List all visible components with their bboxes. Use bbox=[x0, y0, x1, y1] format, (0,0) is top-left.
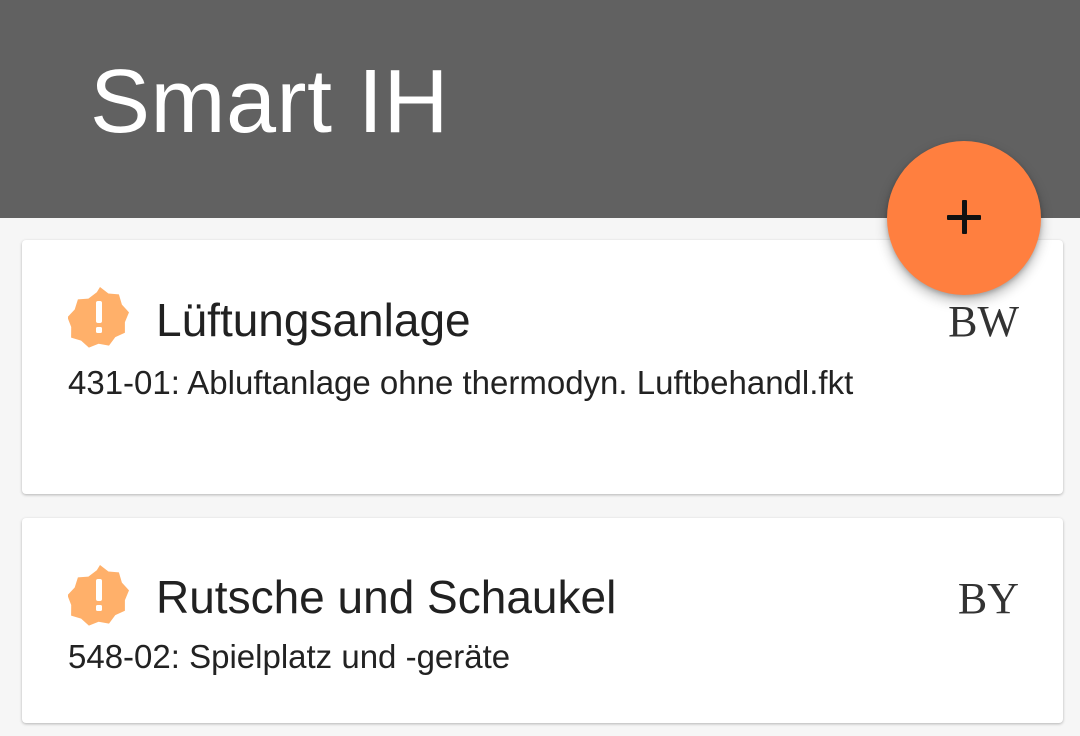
warning-badge-icon bbox=[68, 565, 129, 626]
card-title: Rutsche und Schaukel bbox=[156, 571, 617, 623]
card-subtitle: 431-01: Abluftanlage ohne thermodyn. Luf… bbox=[68, 364, 854, 401]
state-code: BW bbox=[948, 297, 1019, 346]
add-button[interactable] bbox=[887, 141, 1041, 295]
card-title: Lüftungsanlage bbox=[156, 294, 471, 346]
list-item[interactable]: Lüftungsanlage BW 431-01: Abluftanlage o… bbox=[22, 240, 1063, 494]
list-item[interactable]: Rutsche und Schaukel BY 548-02: Spielpla… bbox=[22, 518, 1063, 723]
state-code: BY bbox=[957, 574, 1019, 623]
card-subtitle: 548-02: Spielplatz und -geräte bbox=[68, 638, 511, 675]
warning-badge-icon bbox=[68, 287, 129, 348]
app-title: Smart IH bbox=[90, 52, 450, 152]
